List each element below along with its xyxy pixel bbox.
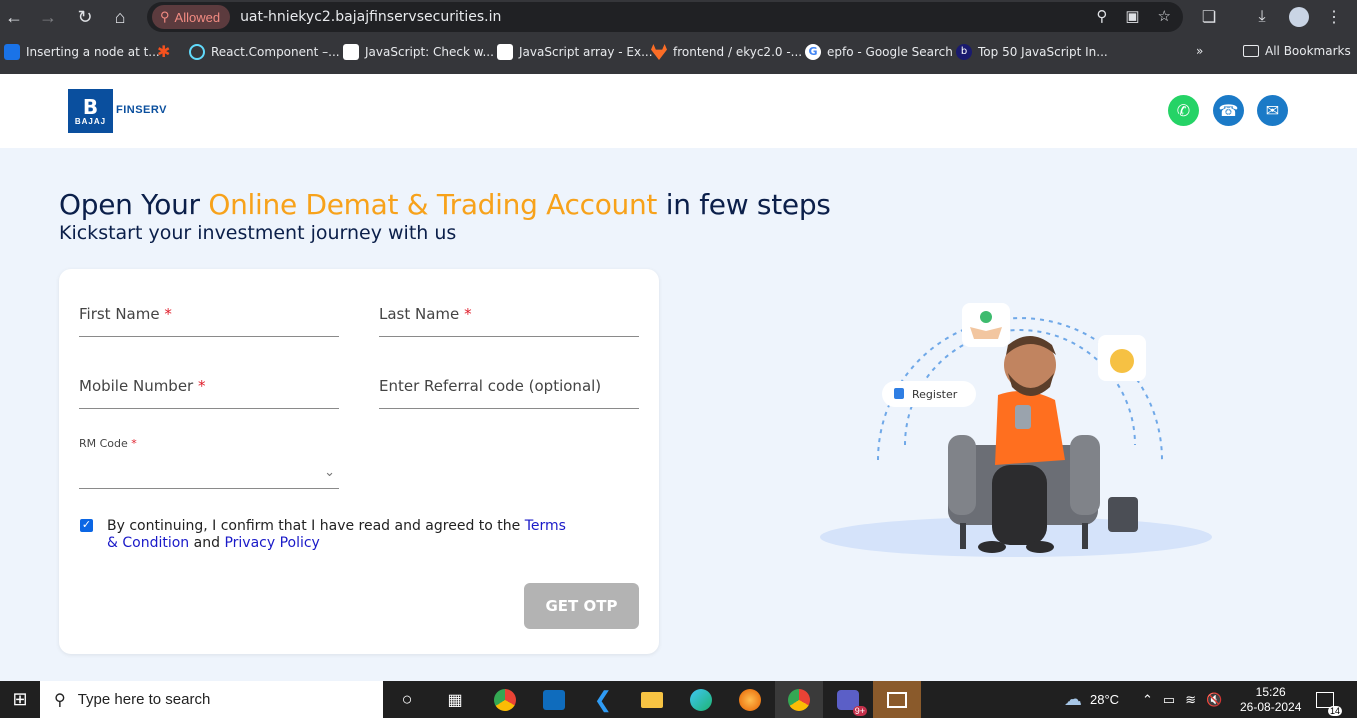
- task-view-icon[interactable]: ▦: [431, 681, 479, 718]
- permission-label: Allowed: [174, 9, 221, 25]
- remote-desktop-icon[interactable]: [873, 681, 921, 718]
- bookmark-item[interactable]: Inserting a node at t...: [4, 44, 160, 60]
- first-name-field[interactable]: First Name *: [79, 297, 339, 337]
- consent-text: By continuing, I confirm that I have rea…: [107, 518, 566, 551]
- page-subtitle: Kickstart your investment journey with u…: [59, 222, 457, 244]
- windows-start-icon[interactable]: ⊞: [0, 681, 40, 718]
- location-icon[interactable]: ⚲: [1096, 7, 1107, 25]
- site-header: [0, 74, 1357, 148]
- system-tray: ⌃ ▭ ≋ 🔇: [1142, 681, 1222, 718]
- whatsapp-icon[interactable]: ✆: [1168, 95, 1199, 126]
- brand-logo-text: FINSERV: [116, 104, 167, 116]
- firefox-icon[interactable]: [726, 681, 774, 718]
- folder-icon: [1243, 45, 1259, 57]
- phone-in-hand: [1015, 405, 1031, 429]
- location-pin-icon: ⚲: [160, 9, 170, 24]
- forward-icon[interactable]: →: [36, 5, 60, 29]
- gitlab-icon: [651, 44, 667, 60]
- extensions-icon[interactable]: ❏: [1197, 5, 1221, 29]
- vscode-icon[interactable]: ❮: [579, 681, 627, 718]
- chevron-down-icon: ⌄: [324, 464, 335, 479]
- omnibox-actions: ⚲ ▣ ☆: [1096, 7, 1171, 25]
- bookmarks-bar: Inserting a node at t... ✱ React.Compone…: [0, 40, 1357, 66]
- register-label: Register: [912, 388, 958, 401]
- chevron-up-icon[interactable]: ⌃: [1142, 692, 1153, 708]
- notifications-badge: 14: [1327, 705, 1342, 716]
- all-bookmarks[interactable]: All Bookmarks: [1243, 44, 1351, 58]
- windows-taskbar: ⊞ ⚲ Type here to search ○ ▦ ❮ 9+ ☁ 28°C ⌃…: [0, 681, 1357, 718]
- cortana-icon[interactable]: ○: [383, 681, 431, 718]
- bookmark-item[interactable]: b Top 50 JavaScript In...: [956, 44, 1108, 60]
- asterisk-icon: ✱: [157, 42, 171, 61]
- get-otp-button[interactable]: GET OTP: [524, 583, 639, 629]
- weather-widget[interactable]: ☁ 28°C: [1064, 681, 1119, 718]
- react-icon: [189, 44, 205, 60]
- bookmark-favicon-icon: [497, 44, 513, 60]
- teams-icon[interactable]: 9+: [824, 681, 872, 718]
- hero-illustration: Register: [820, 303, 1212, 557]
- privacy-policy-link[interactable]: Privacy Policy: [224, 535, 319, 551]
- bookmark-star-icon[interactable]: ☆: [1158, 7, 1171, 25]
- profile-avatar[interactable]: [1287, 5, 1311, 29]
- handshake-card: [962, 303, 1010, 347]
- search-icon: ⚲: [54, 691, 66, 709]
- downloads-icon[interactable]: ⤓: [1250, 5, 1274, 29]
- mail-icon[interactable]: ✉: [1257, 95, 1288, 126]
- file-explorer-icon[interactable]: [628, 681, 676, 718]
- rm-code-label: RM Code *: [79, 437, 137, 450]
- clock[interactable]: 15:26 26-08-2024: [1240, 681, 1301, 718]
- bookmark-favicon-icon: [4, 44, 20, 60]
- referral-code-field[interactable]: Enter Referral code (optional): [379, 369, 639, 409]
- cloud-icon: ☁: [1064, 689, 1082, 709]
- phone-icon[interactable]: ☎: [1213, 95, 1244, 126]
- bookmark-favicon-icon: b: [956, 44, 972, 60]
- bookmark-item[interactable]: ✱: [157, 44, 173, 60]
- brand-logo[interactable]: B BAJAJ: [68, 89, 113, 133]
- bookmark-item[interactable]: JavaScript array - Ex...: [497, 44, 653, 60]
- register-icon: [894, 388, 904, 399]
- bookmark-item[interactable]: frontend / ekyc2.0 -...: [651, 44, 802, 60]
- mobile-number-field[interactable]: Mobile Number *: [79, 369, 339, 409]
- bookmark-item[interactable]: Gepfo - Google Search: [805, 44, 953, 60]
- consent-checkbox[interactable]: ✓: [80, 519, 93, 532]
- menu-icon[interactable]: ⋮: [1322, 5, 1346, 29]
- notifications-icon[interactable]: 14: [1316, 681, 1342, 718]
- page-title-accent: Online Demat & Trading Account: [208, 188, 658, 221]
- check-icon: [980, 311, 992, 323]
- edge-icon[interactable]: [677, 681, 725, 718]
- google-icon: G: [805, 44, 821, 60]
- browser-toolbar: ← → ↻ ⌂ ⚲ Allowed uat-hniekyc2.bajajfins…: [0, 0, 1357, 33]
- clock-time: 15:26: [1255, 684, 1286, 699]
- url-text: uat-hniekyc2.bajajfinservsecurities.in: [240, 9, 502, 25]
- bookmark-item[interactable]: React.Component –...: [189, 44, 340, 60]
- bookmark-item[interactable]: JavaScript: Check w...: [343, 44, 494, 60]
- chrome-icon[interactable]: [481, 681, 529, 718]
- taskbar-search[interactable]: ⚲ Type here to search: [40, 681, 383, 718]
- chrome-active-icon[interactable]: [775, 681, 823, 718]
- money-bag-icon: [1110, 349, 1134, 373]
- reload-icon[interactable]: ↻: [73, 5, 97, 29]
- last-name-field[interactable]: Last Name *: [379, 297, 639, 337]
- more-bookmarks-icon[interactable]: »: [1196, 44, 1203, 58]
- install-app-icon[interactable]: ▣: [1125, 7, 1139, 25]
- back-icon[interactable]: ←: [2, 5, 26, 29]
- outlook-icon[interactable]: [530, 681, 578, 718]
- wifi-icon[interactable]: ≋: [1185, 692, 1196, 708]
- teams-badge: 9+: [852, 705, 867, 716]
- browser-chrome: ← → ↻ ⌂ ⚲ Allowed uat-hniekyc2.bajajfins…: [0, 0, 1357, 74]
- page-title: Open Your Online Demat & Trading Account…: [59, 188, 831, 221]
- rm-code-select[interactable]: ⌄: [79, 455, 339, 489]
- clock-date: 26-08-2024: [1240, 699, 1302, 714]
- home-icon[interactable]: ⌂: [108, 5, 132, 29]
- site-permission-chip[interactable]: ⚲ Allowed: [152, 5, 231, 29]
- bag: [1108, 497, 1138, 532]
- volume-muted-icon[interactable]: 🔇: [1206, 692, 1222, 708]
- battery-icon[interactable]: ▭: [1163, 692, 1175, 708]
- address-bar[interactable]: ⚲ Allowed uat-hniekyc2.bajajfinservsecur…: [147, 2, 1183, 32]
- bookmark-favicon-icon: [343, 44, 359, 60]
